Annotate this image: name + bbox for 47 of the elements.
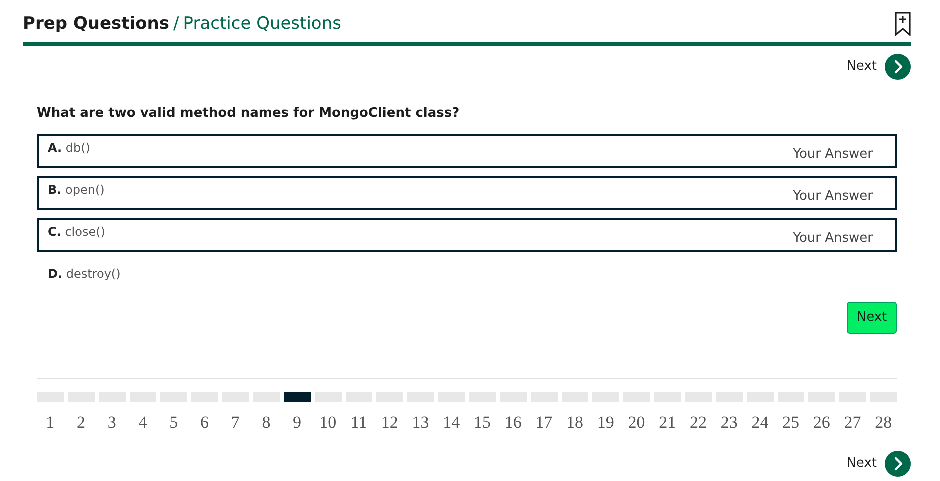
next-button[interactable]: Next [847, 302, 897, 334]
next-link[interactable]: Next [846, 454, 877, 474]
question-number[interactable]: 23 [720, 410, 738, 435]
question-number[interactable]: 5 [170, 410, 178, 435]
question-number[interactable]: 14 [443, 410, 460, 435]
question-number[interactable]: 26 [813, 410, 830, 435]
question-number[interactable]: 7 [231, 410, 240, 435]
progress-segment[interactable] [284, 392, 311, 402]
question-number[interactable]: 27 [844, 410, 862, 435]
option-text: D. destroy() [48, 266, 121, 282]
question-number[interactable]: 15 [474, 410, 491, 435]
next-link[interactable]: Next [846, 57, 877, 77]
question-number[interactable]: 25 [782, 410, 800, 435]
question-number[interactable]: 6 [200, 410, 209, 435]
question-number[interactable]: 16 [504, 410, 522, 435]
your-answer-label: Your Answer [793, 146, 873, 164]
your-answer-label: Your Answer [793, 188, 873, 206]
breadcrumb-separator: / [174, 13, 180, 36]
question-number[interactable]: 2 [77, 410, 86, 435]
question-text: What are two valid method names for MongoClient class? [37, 105, 461, 123]
question-number[interactable]: 22 [690, 410, 707, 435]
question-number[interactable]: 19 [597, 410, 614, 435]
question-number[interactable]: 24 [752, 410, 769, 435]
question-number[interactable]: 1 [46, 410, 55, 435]
option-text: C. close() [48, 224, 106, 240]
question-number[interactable]: 13 [412, 410, 430, 435]
breadcrumb-link[interactable]: Prep Questions [23, 12, 170, 38]
your-answer-label: Your Answer [793, 230, 873, 248]
question-number[interactable]: 10 [320, 410, 337, 435]
question-number[interactable]: 28 [875, 410, 892, 435]
question-number[interactable]: 17 [536, 410, 553, 435]
question-number[interactable]: 18 [566, 410, 584, 435]
page-title: Practice Questions [183, 13, 342, 36]
question-number[interactable]: 20 [628, 410, 646, 435]
option-text: B. open() [48, 182, 105, 198]
question-number[interactable]: 12 [381, 410, 398, 435]
answer-option[interactable]: A. db() Your Answer [37, 134, 897, 168]
bookmark-add-icon[interactable] [895, 12, 911, 36]
question-number[interactable]: 8 [262, 410, 271, 435]
answer-option[interactable]: C. close() Your Answer [37, 218, 897, 252]
question-number[interactable]: 9 [293, 410, 302, 435]
option-text: A. db() [48, 140, 90, 156]
question-number[interactable]: 21 [659, 410, 676, 435]
question-number[interactable]: 4 [138, 410, 148, 435]
question-number[interactable]: 11 [350, 410, 368, 435]
answer-option[interactable]: B. open() Your Answer [37, 176, 897, 210]
question-number[interactable]: 3 [108, 410, 116, 435]
